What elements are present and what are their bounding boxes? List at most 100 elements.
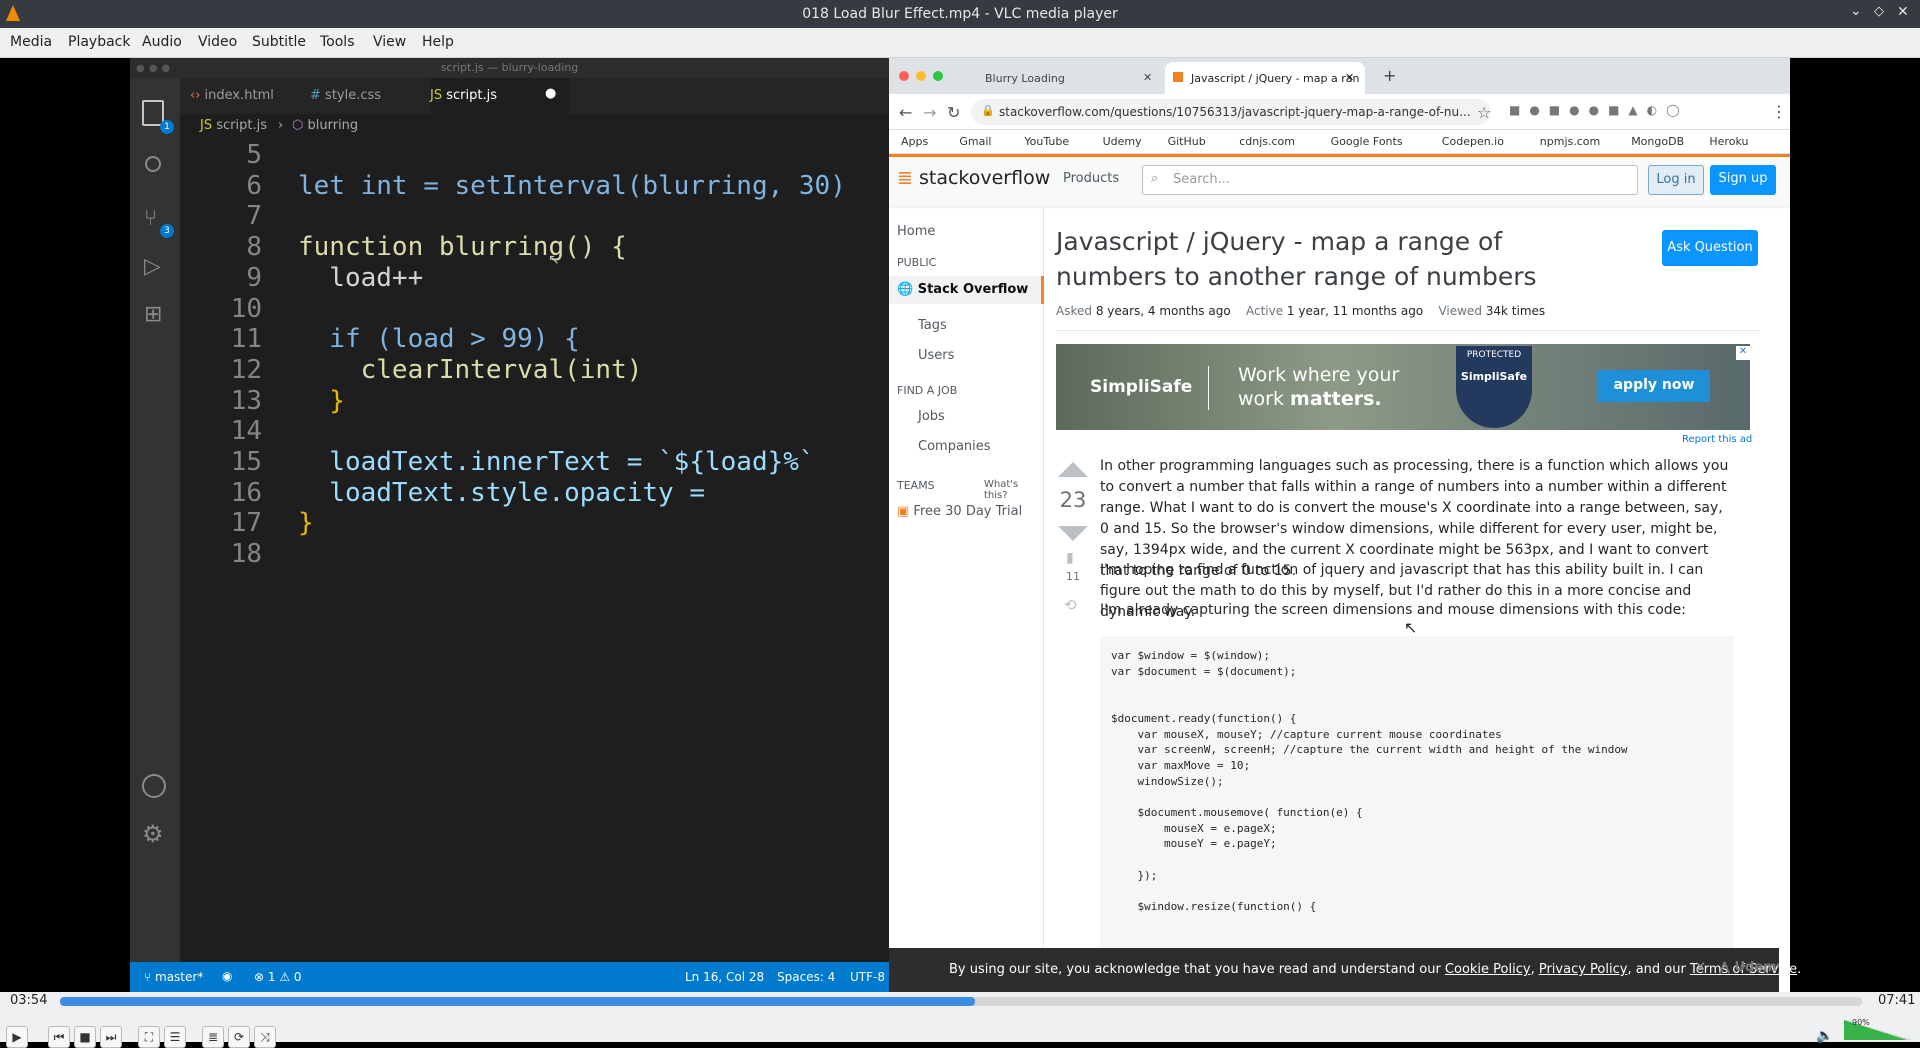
bookmark-mongodb[interactable]: MongoDB xyxy=(1631,135,1684,148)
menu-audio[interactable]: Audio xyxy=(142,34,182,50)
bookmark-google-fonts[interactable]: Google Fonts xyxy=(1331,135,1403,148)
run-debug-icon[interactable]: ▷ xyxy=(144,254,161,279)
extensions-icons[interactable]: ■●■●●■▲◐◯ xyxy=(1509,103,1689,117)
nav-tags[interactable]: Tags xyxy=(918,318,947,333)
maximize-icon[interactable]: ◇ xyxy=(1874,4,1884,19)
new-tab-icon[interactable]: + xyxy=(1383,66,1396,85)
mac-minimize-dot[interactable] xyxy=(916,71,926,81)
back-icon[interactable]: ← xyxy=(899,103,912,122)
code-line[interactable]: } xyxy=(298,386,345,416)
browser-tab-stackoverflow[interactable]: Javascript / jQuery - map a ran ✕ xyxy=(1165,62,1365,94)
apply-now-button[interactable]: apply now xyxy=(1598,370,1710,402)
code-line[interactable]: loadText.innerText = `${load}%` xyxy=(298,447,814,477)
video-area[interactable]: ●●● script.js — blurry-loading 1 ⑂ 3 ▷ ⊞… xyxy=(0,58,1920,992)
downvote-icon[interactable] xyxy=(1058,526,1088,541)
simplisafe-ad[interactable]: SimpliSafe Work where your work matters.… xyxy=(1056,344,1750,430)
shuffle-button[interactable]: ⤨ xyxy=(254,1026,276,1048)
branch-status[interactable]: ⑂ master* xyxy=(144,970,203,984)
mac-zoom-dot[interactable] xyxy=(933,71,943,81)
products-link[interactable]: Products xyxy=(1063,171,1119,186)
ask-question-button[interactable]: Ask Question xyxy=(1662,230,1758,266)
breadcrumb-file[interactable]: JS script.js xyxy=(200,118,267,133)
total-time[interactable]: 07:41 xyxy=(1878,993,1915,1008)
unsaved-dot-icon[interactable]: ● xyxy=(545,86,556,101)
bookmark-npmjs-com[interactable]: npmjs.com xyxy=(1540,135,1600,148)
code-line[interactable]: function blurring() { xyxy=(298,232,627,262)
menu-help[interactable]: Help xyxy=(422,34,454,50)
minimize-icon[interactable]: ⌄ xyxy=(1850,3,1862,19)
previous-button[interactable]: ⏮ xyxy=(48,1026,70,1048)
url-field[interactable]: 🔒 stackoverflow.com/questions/10756313/j… xyxy=(971,99,1491,125)
code-line[interactable]: let int = setInterval(blurring, 30) xyxy=(298,171,846,201)
fullscreen-button[interactable]: ⛶ xyxy=(138,1026,160,1048)
bookmark-star-icon[interactable]: ☆ xyxy=(1477,103,1491,122)
indentation[interactable]: Spaces: 4 xyxy=(777,970,835,984)
signup-button[interactable]: Sign up xyxy=(1710,165,1776,195)
code-line[interactable]: } xyxy=(298,508,314,538)
extensions-icon[interactable]: ⊞ xyxy=(144,302,162,327)
browser-tab-blurry-loading[interactable]: Blurry Loading ✕ xyxy=(959,64,1159,94)
settings-gear-icon[interactable]: ⚙ xyxy=(142,820,164,848)
code-line[interactable]: if (load > 99) { xyxy=(298,324,579,354)
bookmark-youtube[interactable]: YouTube xyxy=(1024,135,1069,148)
nav-users[interactable]: Users xyxy=(918,348,954,363)
menu-tools[interactable]: Tools xyxy=(320,34,355,50)
playlist-button[interactable]: ≣ xyxy=(202,1026,224,1048)
tab-script-js[interactable]: JS script.js ● xyxy=(430,78,570,114)
search-icon[interactable] xyxy=(145,156,161,172)
bookmark-apps[interactable]: Apps xyxy=(901,135,928,148)
nav-home[interactable]: Home xyxy=(897,224,935,239)
nav-companies[interactable]: Companies xyxy=(918,439,991,454)
loop-button[interactable]: ⟳ xyxy=(228,1026,250,1048)
tab-close-icon[interactable]: ✕ xyxy=(1143,71,1152,84)
encoding[interactable]: UTF-8 xyxy=(850,970,885,984)
cookie-policy-link[interactable]: Cookie Policy xyxy=(1445,962,1531,977)
code-line[interactable]: loadText.style.opacity = xyxy=(298,478,705,508)
nav-jobs[interactable]: Jobs xyxy=(918,409,945,424)
menu-playback[interactable]: Playback xyxy=(68,34,130,50)
mac-close-dot[interactable] xyxy=(899,71,909,81)
menu-subtitle[interactable]: Subtitle xyxy=(252,34,306,50)
whats-this-link[interactable]: What's this? xyxy=(984,479,1043,501)
problems-status[interactable]: ⊗ 1 ⚠ 0 xyxy=(254,970,302,984)
nav-stack-overflow[interactable]: 🌐 Stack Overflow xyxy=(889,276,1044,304)
tab-close-icon[interactable]: ✕ xyxy=(1345,71,1354,84)
extended-settings-button[interactable]: ☰ xyxy=(164,1026,186,1048)
reload-icon[interactable]: ↻ xyxy=(947,103,960,122)
next-button[interactable]: ⏭ xyxy=(100,1026,122,1048)
browser-menu-icon[interactable]: ⋮ xyxy=(1771,102,1787,121)
bookmark-gmail[interactable]: Gmail xyxy=(959,135,991,148)
stop-button[interactable]: ■ xyxy=(74,1026,96,1048)
seek-bar[interactable] xyxy=(60,997,1862,1006)
bookmark-icon[interactable]: ▮ xyxy=(1066,550,1074,566)
close-icon[interactable]: ✕ xyxy=(1897,4,1909,20)
cursor-position[interactable]: Ln 16, Col 28 xyxy=(685,970,764,984)
code-line[interactable]: load++ xyxy=(298,263,423,293)
upvote-icon[interactable] xyxy=(1058,462,1088,477)
account-icon[interactable] xyxy=(142,774,166,798)
bookmark-github[interactable]: GitHub xyxy=(1168,135,1206,148)
menu-media[interactable]: Media xyxy=(10,34,52,50)
question-title[interactable]: Javascript / jQuery - map a range of num… xyxy=(1056,224,1576,294)
code-block[interactable]: var $window = $(window); var $document =… xyxy=(1100,636,1734,992)
tab-index-html[interactable]: ‹› index.html xyxy=(190,78,300,114)
sync-icon[interactable]: ◉ xyxy=(222,969,232,983)
code-editor[interactable]: 5 6 let int = setInterval(blurring, 30) 7 8 f… xyxy=(180,138,889,962)
nav-free-trial[interactable]: ▣ Free 30 Day Trial xyxy=(897,504,1022,519)
ad-close-icon[interactable]: ✕ xyxy=(1736,346,1750,360)
play-button[interactable]: ▶ xyxy=(6,1026,28,1048)
source-control-icon[interactable]: ⑂ xyxy=(144,206,157,231)
so-search-input[interactable]: ⌕ Search... xyxy=(1142,165,1638,195)
bookmark-codepen-io[interactable]: Codepen.io xyxy=(1442,135,1504,148)
elapsed-time[interactable]: 03:54 xyxy=(10,993,47,1008)
forward-icon[interactable]: → xyxy=(923,103,936,122)
login-button[interactable]: Log in xyxy=(1648,165,1704,195)
menu-view[interactable]: View xyxy=(373,34,406,50)
code-line[interactable]: clearInterval(int) xyxy=(298,355,643,385)
bookmark-cdnjs-com[interactable]: cdnjs.com xyxy=(1239,135,1295,148)
breadcrumb-symbol[interactable]: ⬡ blurring xyxy=(292,118,358,133)
history-icon[interactable]: ⟲ xyxy=(1064,596,1077,614)
privacy-policy-link[interactable]: Privacy Policy xyxy=(1539,962,1628,977)
menu-video[interactable]: Video xyxy=(198,34,237,50)
so-logo[interactable]: ≣ stackoverflow xyxy=(897,167,1050,189)
